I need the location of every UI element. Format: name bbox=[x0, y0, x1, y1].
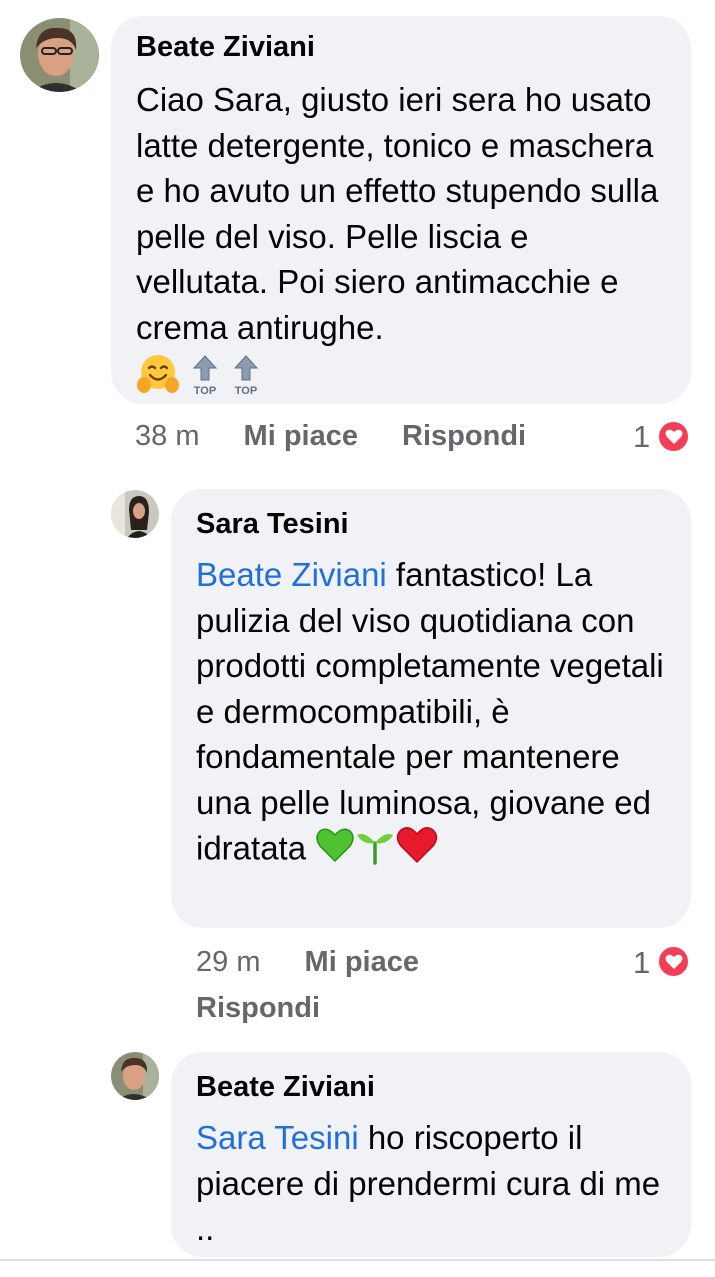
comment-timestamp[interactable]: 38 m bbox=[135, 420, 199, 452]
avatar-image bbox=[20, 18, 99, 92]
comment-author[interactable]: Sara Tesini bbox=[196, 507, 671, 541]
comment-text: Sara Tesini ho riscoperto il piacere di … bbox=[196, 1119, 661, 1247]
hugging-face-icon bbox=[136, 352, 180, 401]
reply-button[interactable]: Rispondi bbox=[196, 992, 320, 1025]
heart-reaction-icon[interactable] bbox=[657, 945, 690, 978]
comment-bubble: Beate Ziviani Sara Tesini ho riscoperto … bbox=[171, 1052, 691, 1257]
seedling-icon bbox=[355, 825, 395, 877]
green-heart-icon bbox=[315, 826, 355, 876]
svg-text:TOP: TOP bbox=[235, 385, 257, 396]
comment-bubble: Beate Ziviani Ciao Sara, giusto ieri ser… bbox=[111, 16, 691, 404]
reply-button[interactable]: Rispondi bbox=[402, 420, 526, 452]
top-arrow-icon: TOP bbox=[190, 354, 220, 401]
mention-link[interactable]: Beate Ziviani bbox=[196, 556, 387, 593]
comment-author[interactable]: Beate Ziviani bbox=[196, 1070, 671, 1104]
avatar-sara-tesini[interactable] bbox=[111, 490, 159, 538]
avatar-beate-ziviani[interactable] bbox=[20, 18, 99, 92]
avatar-beate-ziviani[interactable] bbox=[111, 1052, 159, 1100]
comment-timestamp[interactable]: 29 m bbox=[196, 946, 260, 978]
comment-bubble: Sara Tesini Beate Ziviani fantastico! La… bbox=[171, 489, 691, 928]
mention-link[interactable]: Sara Tesini bbox=[196, 1119, 359, 1156]
svg-text:TOP: TOP bbox=[194, 385, 216, 396]
top-arrow-icon: TOP bbox=[231, 354, 261, 401]
comment-actions: 38 m Mi piace Rispondi bbox=[135, 420, 526, 453]
comment-author[interactable]: Beate Ziviani bbox=[136, 30, 665, 64]
avatar-image bbox=[111, 490, 159, 538]
heart-reaction-icon[interactable] bbox=[657, 420, 690, 453]
like-button[interactable]: Mi piace bbox=[244, 420, 358, 452]
section-divider bbox=[0, 1259, 715, 1261]
red-heart-icon bbox=[395, 825, 439, 877]
comment-emojis: TOP TOP bbox=[136, 352, 665, 397]
reaction-count[interactable]: 1 bbox=[633, 419, 650, 455]
comment-text: Ciao Sara, giusto ieri sera ho usato lat… bbox=[136, 81, 659, 346]
comment-actions: 29 m Mi piace bbox=[196, 946, 419, 979]
comment-text: Beate Ziviani fantastico! La pulizia del… bbox=[196, 552, 671, 877]
reaction-count[interactable]: 1 bbox=[633, 945, 650, 981]
avatar-image bbox=[111, 1052, 159, 1100]
like-button[interactable]: Mi piace bbox=[305, 946, 419, 978]
